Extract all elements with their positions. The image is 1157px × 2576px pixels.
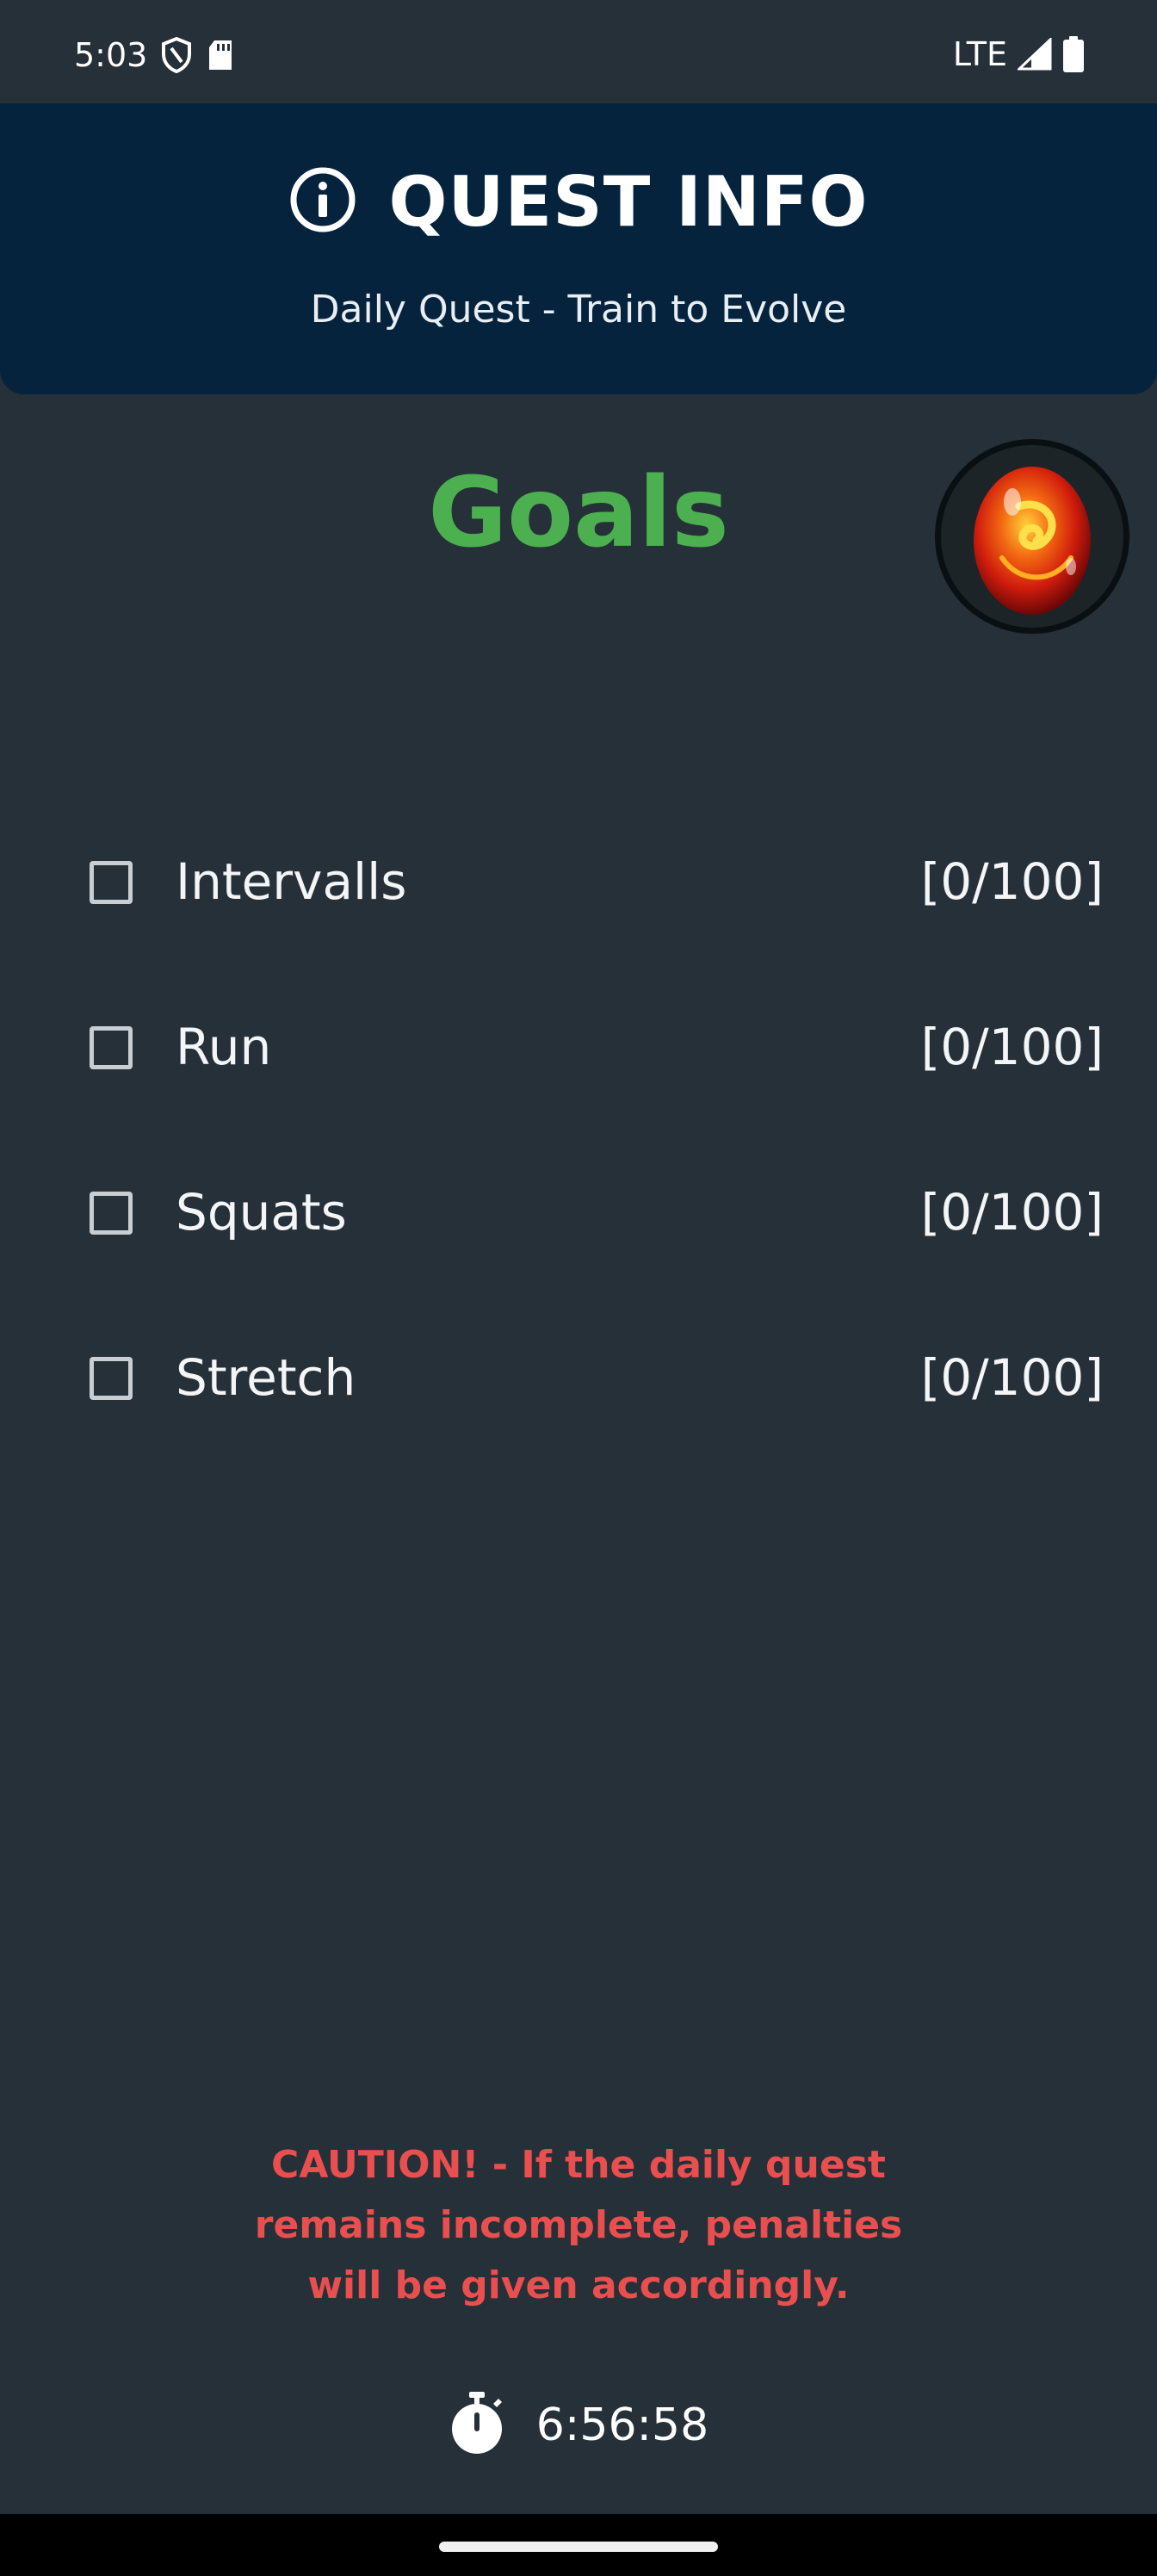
- quest-info-screen: 5:03 LTE QUEST INFO Daily Quest - Train …: [0, 0, 1157, 2576]
- caution-line-1: CAUTION! - If the daily quest: [271, 2143, 886, 2187]
- goal-checkbox[interactable]: [90, 1192, 133, 1235]
- signal-icon: [1018, 38, 1052, 71]
- goal-label: Stretch: [176, 1348, 356, 1407]
- home-indicator[interactable]: [439, 2542, 718, 2552]
- quest-header: QUEST INFO Daily Quest - Train to Evolve: [0, 103, 1157, 394]
- stopwatch-icon: [449, 2390, 505, 2460]
- network-type: LTE: [952, 35, 1007, 73]
- shield-icon: [159, 36, 194, 74]
- goal-row-stretch[interactable]: Stretch [0/100]: [0, 1322, 1157, 1434]
- countdown-timer: 6:56:58: [0, 2390, 1157, 2460]
- sd-card-icon: [206, 39, 235, 71]
- battery-icon: [1062, 36, 1085, 72]
- goal-progress: [0/100]: [920, 1018, 1104, 1076]
- status-left: 5:03: [74, 36, 235, 74]
- fire-egg-icon: [974, 467, 1091, 615]
- navigation-bar: [0, 2514, 1157, 2576]
- goal-label: Squats: [176, 1183, 347, 1242]
- goal-label: Intervalls: [176, 852, 407, 911]
- goal-row-squats[interactable]: Squats [0/100]: [0, 1157, 1157, 1269]
- caution-line-3: will be given accordingly.: [307, 2263, 850, 2307]
- goal-checkbox[interactable]: [90, 1026, 133, 1069]
- status-time: 5:03: [74, 36, 148, 74]
- page-title: QUEST INFO: [388, 161, 869, 242]
- goal-checkbox[interactable]: [90, 1357, 133, 1400]
- goal-row-intervalls[interactable]: Intervalls [0/100]: [0, 827, 1157, 938]
- header-title-row: QUEST INFO: [0, 165, 1157, 238]
- goal-progress: [0/100]: [920, 1348, 1104, 1407]
- status-bar: 5:03 LTE: [0, 0, 1157, 103]
- timer-value: 6:56:58: [535, 2399, 709, 2451]
- goal-row-run[interactable]: Run [0/100]: [0, 992, 1157, 1104]
- caution-message: CAUTION! - If the daily quest remains in…: [0, 2135, 1157, 2316]
- caution-line-2: remains incomplete, penalties: [254, 2203, 903, 2247]
- info-icon: [288, 165, 357, 238]
- status-right: LTE: [953, 36, 1085, 72]
- goal-progress: [0/100]: [920, 1183, 1104, 1242]
- avatar[interactable]: [935, 439, 1129, 634]
- page-subtitle: Daily Quest - Train to Evolve: [310, 288, 847, 331]
- goal-label: Run: [176, 1018, 272, 1076]
- goal-checkbox[interactable]: [90, 861, 133, 904]
- goal-progress: [0/100]: [920, 852, 1104, 911]
